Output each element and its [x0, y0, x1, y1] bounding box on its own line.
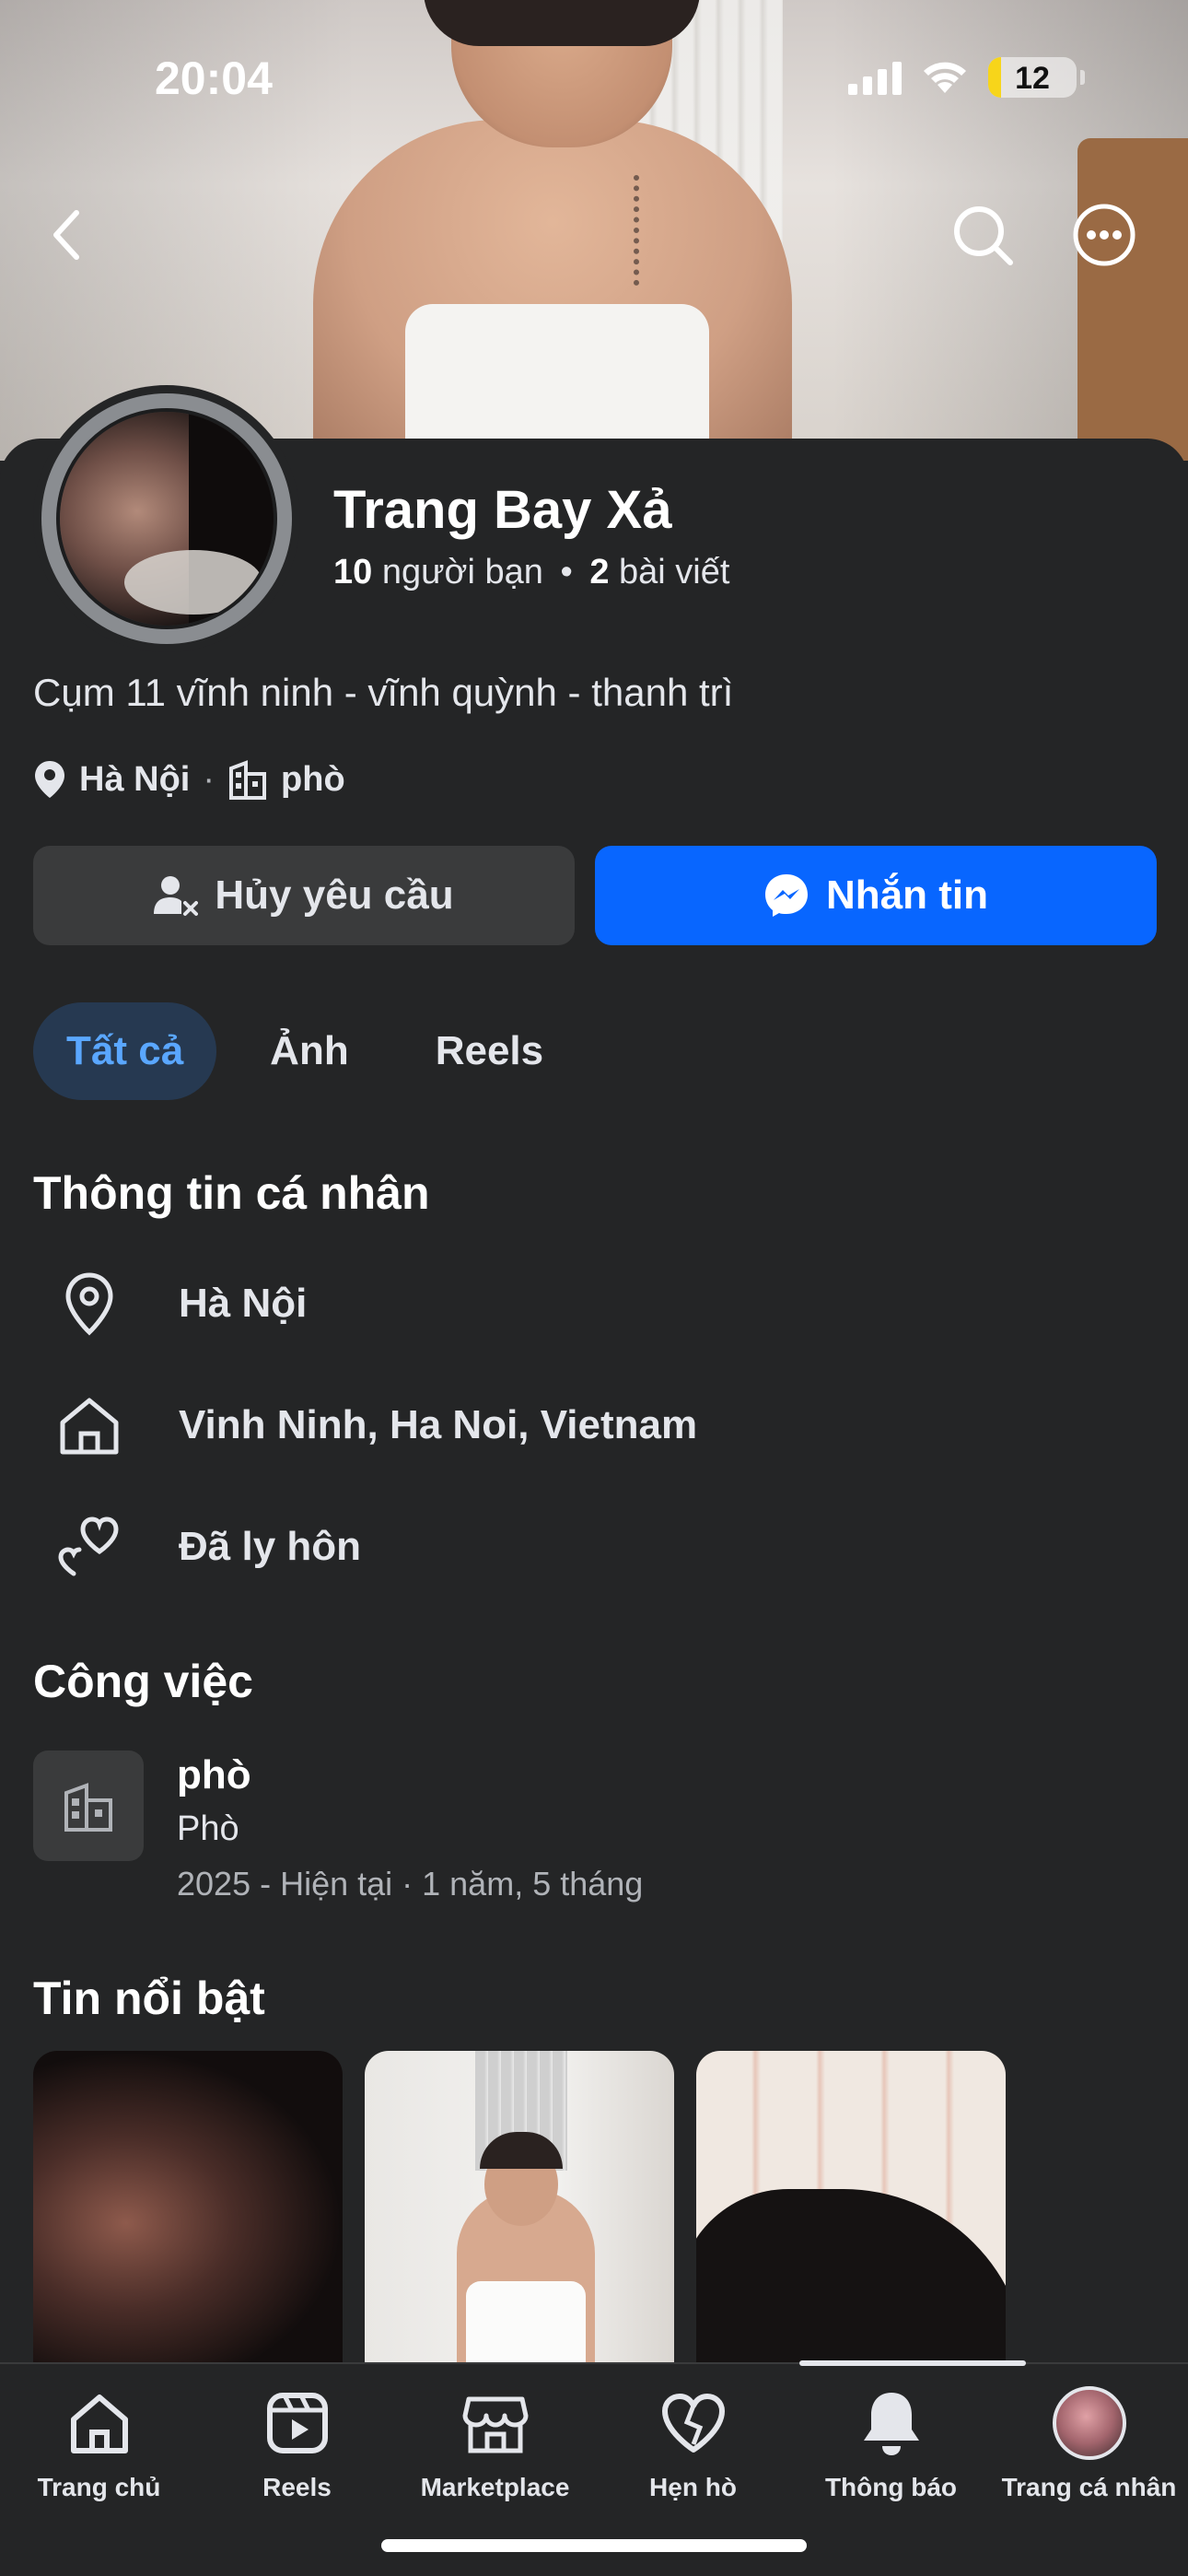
nav-notifications-label: Thông báo	[824, 2473, 958, 2501]
home-icon	[60, 1398, 119, 1455]
nav-home-label: Trang chủ	[37, 2473, 161, 2501]
cover-figure	[313, 0, 792, 461]
tab-photos[interactable]: Ảnh	[237, 1002, 382, 1100]
nav-home[interactable]: Trang chủ	[0, 2386, 198, 2502]
friends-count[interactable]: 10	[333, 553, 372, 591]
nav-reels[interactable]: Reels	[198, 2386, 396, 2502]
home-indicator	[381, 2539, 807, 2552]
profile-tabs: Tất cả Ảnh Reels	[33, 1002, 577, 1100]
work-title: Công việc	[33, 1656, 253, 1707]
more-dots-icon	[1073, 204, 1136, 266]
nav-profile-label: Trang cá nhân	[1001, 2473, 1177, 2501]
profile-meta: Hà Nội · phò	[33, 759, 345, 800]
status-icons: 12	[848, 57, 1085, 98]
posts-count: 2	[589, 553, 610, 591]
profile-avatar[interactable]	[33, 385, 300, 652]
message-button[interactable]: Nhắn tin	[595, 846, 1157, 945]
profile-bio: Cụm 11 vĩnh ninh - vĩnh quỳnh - thanh tr…	[33, 671, 734, 714]
profile-avatar-small	[1052, 2386, 1126, 2460]
friends-label[interactable]: người bạn	[382, 553, 543, 591]
posts-label: bài viết	[619, 553, 730, 591]
meta-separator: ·	[203, 759, 215, 799]
meta-workplace: phò	[281, 759, 345, 799]
message-label: Nhắn tin	[826, 872, 988, 918]
avatar-image	[56, 408, 277, 629]
nav-dating[interactable]: Hẹn hò	[594, 2386, 792, 2502]
stats-separator: •	[560, 553, 573, 591]
profile-name: Trang Bay Xả	[333, 480, 672, 540]
profile-stats: 10 người bạn • 2 bài viết	[333, 553, 729, 592]
more-options-button[interactable]	[1068, 199, 1140, 271]
building-icon	[229, 760, 267, 800]
info-hometown-text: Vinh Ninh, Ha Noi, Vietnam	[179, 1402, 698, 1447]
info-relationship-text: Đã ly hôn	[179, 1524, 362, 1569]
signal-icon	[848, 60, 902, 95]
marketplace-icon	[462, 2396, 528, 2453]
nav-marketplace[interactable]: Marketplace	[396, 2386, 594, 2502]
job-company[interactable]: Phò	[177, 1809, 239, 1849]
chevron-left-icon	[53, 210, 79, 260]
nav-marketplace-label: Marketplace	[420, 2473, 570, 2501]
highlights-title: Tin nổi bật	[33, 1973, 265, 2024]
nav-notifications[interactable]: Thông báo	[792, 2386, 990, 2502]
search-icon	[954, 206, 1013, 265]
search-button[interactable]	[947, 199, 1019, 271]
location-pin-icon	[35, 761, 64, 798]
battery-icon: 12	[988, 57, 1077, 98]
building-icon	[64, 1783, 112, 1832]
nav-active-indicator	[799, 2360, 1026, 2366]
tab-all[interactable]: Tất cả	[33, 1002, 217, 1100]
nav-dating-label: Hẹn hò	[649, 2473, 737, 2501]
info-location-text: Hà Nội	[179, 1281, 308, 1326]
reels-icon	[266, 2393, 328, 2453]
bell-icon	[863, 2393, 919, 2455]
info-row-location: Hà Nội	[55, 1270, 307, 1338]
tab-reels[interactable]: Reels	[402, 1002, 577, 1100]
nav-reels-label: Reels	[262, 2473, 332, 2501]
highlight-story-1[interactable]	[33, 2051, 343, 2364]
home-icon	[70, 2395, 128, 2453]
dating-heart-icon	[661, 2394, 725, 2453]
highlight-story-3[interactable]	[696, 2051, 1006, 2364]
job-icon	[33, 1751, 144, 1861]
cover-door	[1077, 138, 1188, 461]
highlight-story-2[interactable]	[365, 2051, 674, 2364]
cancel-request-label: Hủy yêu cầu	[215, 872, 454, 918]
hearts-icon	[58, 1516, 119, 1576]
job-dates: 2025 - Hiện tại · 1 năm, 5 tháng	[177, 1865, 644, 1903]
info-row-hometown: Vinh Ninh, Ha Noi, Vietnam	[55, 1391, 697, 1459]
info-row-relationship: Đã ly hôn	[55, 1513, 361, 1581]
personal-info-title: Thông tin cá nhân	[33, 1167, 430, 1219]
cancel-request-button[interactable]: Hủy yêu cầu	[33, 846, 575, 945]
meta-location: Hà Nội	[79, 759, 191, 799]
nav-profile[interactable]: Trang cá nhân	[990, 2386, 1188, 2502]
status-time: 20:04	[155, 53, 273, 104]
battery-level: 12	[1015, 61, 1050, 96]
back-button[interactable]	[29, 199, 101, 271]
location-pin-icon	[65, 1272, 113, 1336]
user-remove-icon	[154, 876, 199, 916]
wifi-icon	[924, 62, 966, 93]
job-position: phò	[177, 1752, 251, 1797]
messenger-icon	[765, 874, 808, 917]
